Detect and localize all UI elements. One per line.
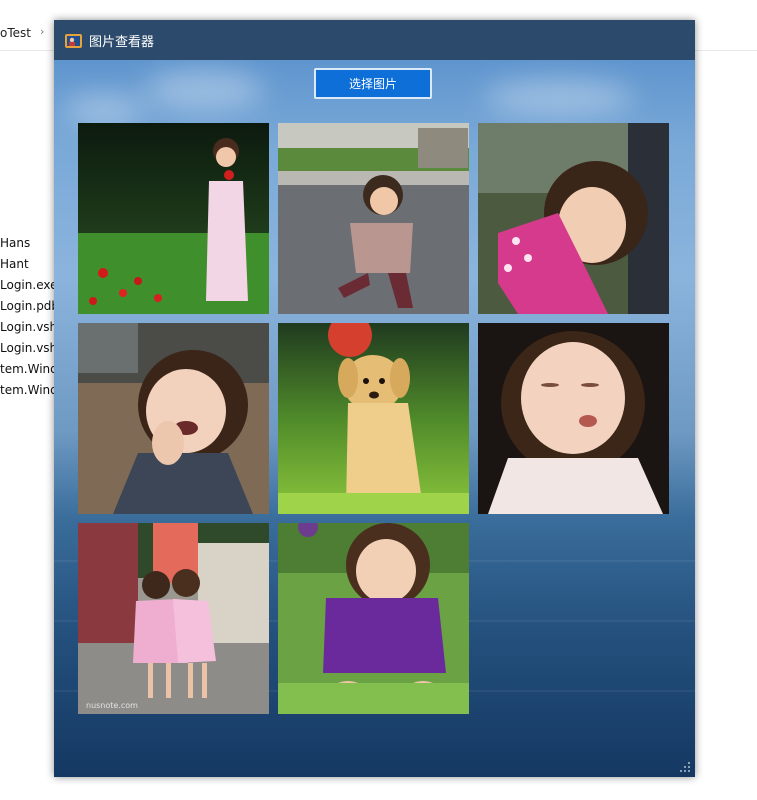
photo-thumbnail[interactable] bbox=[78, 323, 269, 514]
photo-thumbnail[interactable] bbox=[278, 523, 469, 714]
photo-thumbnail[interactable] bbox=[78, 123, 269, 314]
photo-girl-in-grass bbox=[278, 523, 469, 714]
photo-thumbnail[interactable] bbox=[278, 323, 469, 514]
photo-girl-on-street bbox=[278, 123, 469, 314]
viewer-content: 选择图片 nusnote.com bbox=[54, 60, 695, 777]
photo-girl-making-face bbox=[478, 323, 669, 514]
resize-grip-icon[interactable] bbox=[679, 761, 691, 773]
app-photo-icon bbox=[65, 34, 82, 48]
breadcrumb-folder[interactable]: oTest bbox=[0, 26, 31, 40]
sky-cloud bbox=[484, 80, 634, 115]
photo-two-girls-hugging bbox=[78, 523, 269, 714]
photo-thumbnail[interactable]: nusnote.com bbox=[78, 523, 269, 714]
chevron-right-icon[interactable]: › bbox=[40, 25, 44, 38]
photo-puppy bbox=[278, 323, 469, 514]
window-title: 图片查看器 bbox=[89, 35, 155, 50]
photo-girl-in-garden bbox=[78, 123, 269, 314]
photo-thumbnail[interactable] bbox=[278, 123, 469, 314]
photo-thumbnail[interactable] bbox=[478, 123, 669, 314]
title-bar[interactable]: 图片查看器 bbox=[54, 20, 695, 60]
sky-cloud bbox=[64, 95, 144, 125]
photo-girl-leaning bbox=[478, 123, 669, 314]
image-viewer-window: 图片查看器 选择图片 nusnote.com bbox=[54, 20, 695, 777]
sky-cloud bbox=[144, 70, 264, 110]
select-images-button[interactable]: 选择图片 bbox=[314, 68, 432, 99]
photo-girl-laughing bbox=[78, 323, 269, 514]
photo-watermark: nusnote.com bbox=[86, 701, 138, 710]
photo-thumbnail[interactable] bbox=[478, 323, 669, 514]
